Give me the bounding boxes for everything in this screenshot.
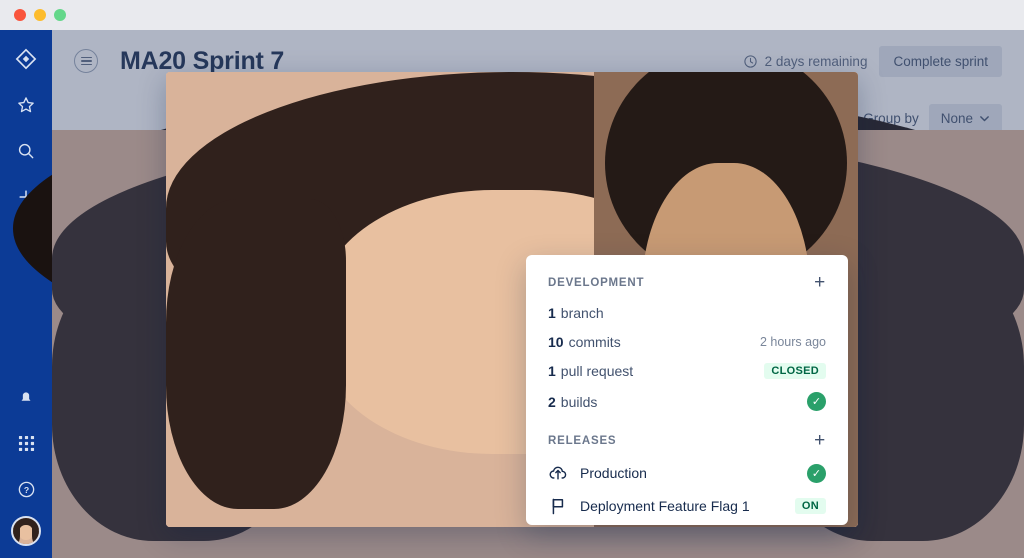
build-success-icon: ✓ — [807, 392, 826, 411]
commits-label: commits — [568, 334, 621, 350]
branch-count: 1 — [548, 305, 556, 321]
sprint-time-remaining: 2 days remaining — [743, 53, 868, 69]
add-release-icon[interactable]: + — [814, 431, 826, 450]
status-badge: CLOSED — [764, 363, 826, 379]
chevron-down-icon — [980, 116, 989, 122]
list-item[interactable]: 1 branch — [548, 305, 826, 321]
add-comment-row: Add a comment... — [166, 72, 858, 527]
list-item[interactable]: Production ✓ — [548, 463, 826, 483]
complete-sprint-button[interactable]: Complete sprint — [879, 45, 1002, 77]
releases-section-header: RELEASES + — [548, 431, 826, 450]
list-item-meta: ON — [794, 498, 826, 514]
list-item[interactable]: 2 builds ✓ — [548, 392, 826, 411]
release-name: Production — [580, 465, 647, 481]
browser-title-bar — [0, 0, 1024, 30]
group-by-select[interactable]: None — [928, 104, 1002, 133]
cloud-upload-icon — [548, 463, 568, 483]
question-icon[interactable]: ? — [9, 472, 43, 506]
grid-icon[interactable] — [9, 426, 43, 460]
commits-count: 10 — [548, 334, 564, 350]
window-close-button[interactable] — [14, 9, 26, 21]
bell-icon[interactable] — [9, 380, 43, 414]
pull-request-count: 1 — [548, 363, 556, 379]
global-nav-rail: ? — [0, 30, 52, 558]
svg-text:?: ? — [23, 484, 28, 494]
list-item-meta: ✓ — [807, 392, 826, 411]
flag-icon — [548, 496, 568, 516]
window-maximize-button[interactable] — [54, 9, 66, 21]
time-remaining-label: 2 days remaining — [764, 53, 868, 69]
feature-flag-name: Deployment Feature Flag 1 — [580, 498, 750, 514]
development-popup: DEVELOPMENT + 1 branch 10 commits 2 hour… — [526, 255, 848, 525]
avatar[interactable] — [166, 72, 858, 527]
star-icon[interactable] — [9, 88, 43, 122]
add-development-icon[interactable]: + — [814, 273, 826, 292]
search-icon[interactable] — [9, 134, 43, 168]
list-item[interactable]: 10 commits 2 hours ago — [548, 334, 826, 350]
development-label: DEVELOPMENT — [548, 276, 645, 289]
pull-request-label: pull request — [560, 363, 634, 379]
commits-timestamp: 2 hours ago — [759, 335, 826, 349]
list-item-meta: ✓ — [807, 463, 826, 483]
development-section-header: DEVELOPMENT + — [548, 273, 826, 292]
list-item[interactable]: Deployment Feature Flag 1 ON — [548, 496, 826, 516]
jira-logo-icon[interactable] — [9, 42, 43, 76]
group-by-value: None — [940, 111, 973, 126]
list-item-meta: 2 hours ago — [760, 335, 826, 349]
list-item-meta: CLOSED — [764, 363, 826, 379]
release-success-icon: ✓ — [807, 463, 826, 483]
table-row[interactable]: Document known limitations SITE OUTAGES … — [52, 130, 1024, 558]
branch-label: branch — [560, 305, 604, 321]
clock-icon — [743, 54, 757, 68]
window-minimize-button[interactable] — [34, 9, 46, 21]
feature-flag-status-badge: ON — [794, 498, 826, 514]
profile-avatar[interactable] — [11, 516, 41, 546]
releases-label: RELEASES — [548, 434, 617, 447]
jira-app: ? MA20 Sprint 7 2 days remaining Complet… — [0, 30, 1024, 558]
builds-count: 2 — [548, 393, 556, 410]
sidebar-toggle-icon[interactable] — [74, 49, 98, 73]
builds-label: builds — [560, 393, 598, 410]
list-item[interactable]: 1 pull request CLOSED — [548, 363, 826, 379]
